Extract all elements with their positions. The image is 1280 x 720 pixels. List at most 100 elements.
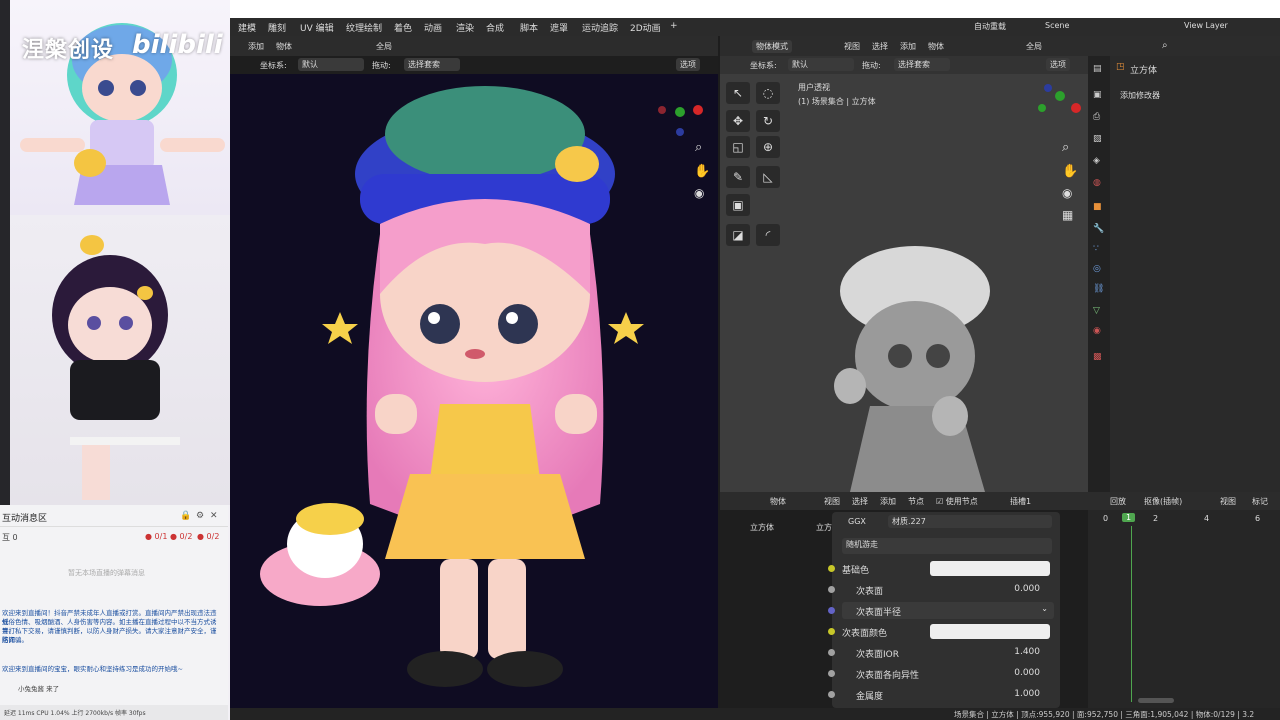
constraints-tab-icon[interactable]: ⛓ (1093, 284, 1104, 294)
particles-tab-icon[interactable]: ∵ (1093, 244, 1099, 254)
world-tab-icon[interactable]: ◍ (1093, 178, 1101, 188)
close-icon[interactable]: ✕ (210, 511, 218, 521)
annotate-tool-icon[interactable]: ✎ (726, 166, 750, 188)
menu-keying[interactable]: 抠像(插帧) (1144, 496, 1182, 507)
node-input-row[interactable]: 次表面IOR 1.400 (828, 644, 1054, 661)
pan-hand-icon[interactable]: ✋ (694, 164, 710, 179)
tab-tracking[interactable]: 运动追踪 (582, 21, 618, 34)
auto-reload[interactable]: 自动重载 (974, 21, 1006, 32)
add-modifier-button[interactable]: 添加修改器 (1120, 90, 1160, 101)
zoom-icon[interactable]: ⌕ (695, 140, 702, 155)
node-input-row[interactable]: 基础色 (828, 560, 1054, 577)
rotate-tool-icon[interactable]: ↻ (756, 110, 780, 132)
color-swatch[interactable] (930, 561, 1050, 576)
input-socket[interactable] (828, 586, 835, 593)
add-cube-icon[interactable]: ▣ (726, 194, 750, 216)
grid-icon[interactable]: ▦ (1062, 208, 1073, 222)
node-input-row[interactable]: 金属度 1.000 (828, 686, 1054, 703)
coord-dropdown[interactable]: 默认 (788, 58, 854, 71)
pan-hand-icon[interactable]: ✋ (1062, 164, 1078, 179)
menu-object[interactable]: 物体 (276, 41, 292, 52)
menu-view[interactable]: 视图 (1220, 496, 1236, 507)
options-dropdown[interactable]: 选项 (676, 58, 700, 71)
measure-tool-icon[interactable]: ◺ (756, 166, 780, 188)
transform-global[interactable]: 全局 (1026, 41, 1042, 52)
tab-modeling[interactable]: 建模 (238, 21, 256, 34)
modifier-tab-icon[interactable]: 🔧 (1093, 224, 1104, 234)
tab-scripting[interactable]: 脚本 (520, 21, 538, 34)
menu-node[interactable]: 节点 (908, 496, 924, 507)
tool-tab-icon[interactable]: ▤ (1093, 64, 1102, 74)
tab-texture[interactable]: 纹理绘制 (346, 21, 382, 34)
principled-bsdf-node[interactable]: GGX 材质.227 随机游走 基础色 次表面 0.000 次表面半径 ⌄ 次表面颜色 次表… (828, 512, 1060, 708)
use-nodes-checkbox[interactable]: ☑ 使用节点 (936, 496, 978, 507)
transform-global[interactable]: 全局 (376, 41, 392, 52)
texture-tab-icon[interactable]: ▩ (1093, 352, 1102, 362)
camera-icon[interactable]: ◉ (694, 186, 704, 200)
transform-tool-icon[interactable]: ⊕ (756, 136, 780, 158)
select-box-icon[interactable]: ◌ (756, 82, 780, 104)
tab-animation[interactable]: 动画 (424, 21, 442, 34)
tab-render[interactable]: 渲染 (456, 21, 474, 34)
menu-object[interactable]: 物体 (928, 41, 944, 52)
tab-compositing[interactable]: 合成 (486, 21, 504, 34)
object-tab-icon[interactable]: ■ (1093, 202, 1102, 212)
solid-viewport[interactable]: 物体模式 视图 选择 添加 物体 全局 坐标系: 默认 拖动: 选择套索 选项 … (720, 36, 1088, 492)
material-selector[interactable]: 材质.227 (888, 515, 1052, 528)
current-frame-indicator[interactable]: 1 (1122, 513, 1136, 522)
drag-dropdown[interactable]: 选择套索 (404, 58, 460, 71)
node-input-row[interactable]: 次表面各向异性 0.000 (828, 665, 1054, 682)
add-workspace-button[interactable]: + (670, 21, 678, 31)
menu-marker[interactable]: 标记 (1252, 496, 1268, 507)
shader-editor[interactable]: 物体 视图 选择 添加 节点 ☑ 使用节点 插槽1 立方体 立方体.2 GGX … (720, 492, 1088, 708)
select-tool-icon[interactable]: ↖ (726, 82, 750, 104)
coord-dropdown[interactable]: 默认 (298, 58, 364, 71)
search-icon[interactable]: ⌕ (1162, 40, 1168, 51)
scene-selector[interactable]: Scene (1045, 21, 1069, 30)
input-socket[interactable] (828, 691, 835, 698)
view-layer-selector[interactable]: View Layer (1184, 21, 1228, 30)
data-tab-icon[interactable]: ▽ (1093, 306, 1100, 316)
breadcrumb-object[interactable]: 立方体 (750, 522, 774, 533)
menu-add[interactable]: 添加 (880, 496, 896, 507)
camera-icon[interactable]: ◉ (1062, 186, 1072, 200)
object-type[interactable]: 物体 (770, 496, 786, 507)
menu-select[interactable]: 选择 (852, 496, 868, 507)
subsurface-method-dropdown[interactable]: 随机游走 (842, 538, 1052, 554)
view-layer-tab-icon[interactable]: ▧ (1093, 134, 1102, 144)
input-socket[interactable] (828, 649, 835, 656)
bevel-tool-icon[interactable]: ◜ (756, 224, 780, 246)
node-input-row[interactable]: 次表面 0.000 (828, 581, 1054, 598)
node-input-row[interactable]: 次表面颜色 (828, 623, 1054, 640)
render-tab-icon[interactable]: ▣ (1093, 90, 1102, 100)
timeline[interactable]: 回放 抠像(插帧) 视图 标记 0 1 2 4 6 (1088, 492, 1280, 708)
tab-2d-animation[interactable]: 2D动画 (630, 21, 661, 34)
menu-view[interactable]: 视图 (844, 41, 860, 52)
menu-playback[interactable]: 回放 (1110, 496, 1126, 507)
physics-tab-icon[interactable]: ◎ (1093, 264, 1101, 274)
tab-mask[interactable]: 遮罩 (550, 21, 568, 34)
tab-uv[interactable]: UV 编辑 (300, 21, 334, 34)
options-dropdown[interactable]: 选项 (1046, 58, 1070, 71)
material-tab-icon[interactable]: ◉ (1093, 326, 1101, 336)
scene-tab-icon[interactable]: ◈ (1093, 156, 1100, 166)
drag-dropdown[interactable]: 选择套索 (894, 58, 950, 71)
scale-tool-icon[interactable]: ◱ (726, 136, 750, 158)
tab-sculpt[interactable]: 雕刻 (268, 21, 286, 34)
settings-icon[interactable]: ⚙ (196, 511, 204, 521)
input-socket[interactable] (828, 670, 835, 677)
input-socket[interactable] (828, 628, 835, 635)
timeline-scrollbar[interactable] (1138, 698, 1174, 703)
lock-icon[interactable]: 🔒 (180, 511, 191, 521)
render-viewport[interactable]: 添加 物体 全局 坐标系: 默认 拖动: 选择套索 选项 ⌕ ✋ ◉ (230, 36, 718, 708)
input-socket[interactable] (828, 607, 835, 614)
navigation-gizmo-2[interactable] (1032, 84, 1088, 124)
menu-view[interactable]: 视图 (824, 496, 840, 507)
output-tab-icon[interactable]: ⎙ (1093, 112, 1100, 122)
zoom-icon[interactable]: ⌕ (1062, 140, 1069, 155)
menu-select[interactable]: 选择 (872, 41, 888, 52)
slot-dropdown[interactable]: 插槽1 (1010, 496, 1031, 507)
input-socket[interactable] (828, 565, 835, 572)
modifier-tool-icon[interactable]: ◪ (726, 224, 750, 246)
tab-shading[interactable]: 着色 (394, 21, 412, 34)
